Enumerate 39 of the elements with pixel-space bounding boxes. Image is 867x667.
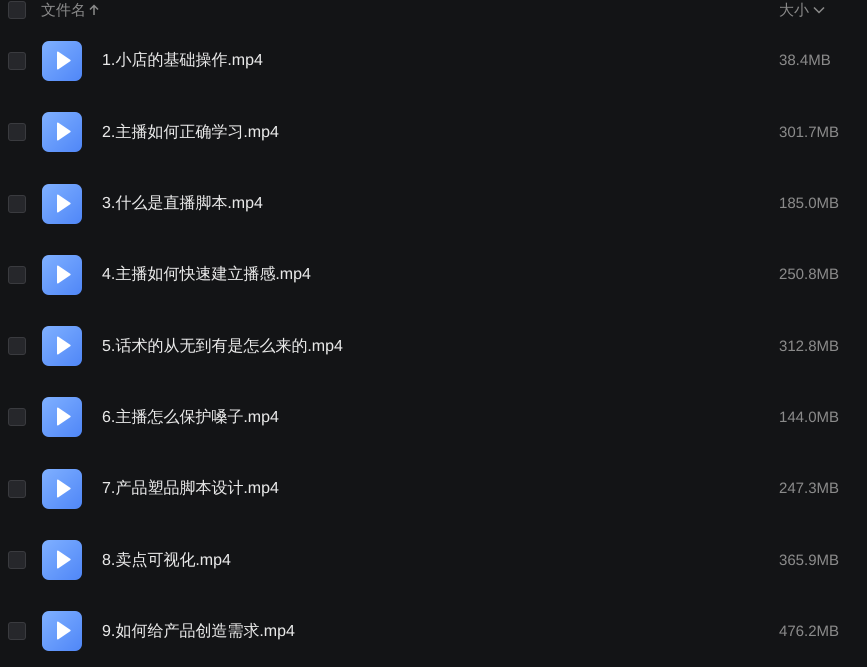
file-size: 312.8MB — [779, 338, 840, 355]
file-size: 185.0MB — [779, 195, 840, 212]
file-size: 476.2MB — [779, 622, 840, 640]
video-file-icon — [42, 184, 82, 224]
checkbox[interactable] — [8, 480, 26, 498]
checkbox[interactable] — [8, 52, 26, 70]
checkbox[interactable] — [8, 1, 26, 20]
video-file-icon — [42, 112, 82, 152]
video-file-icon — [42, 540, 82, 580]
column-header[interactable]: 文件名 — [41, 0, 86, 20]
file-name[interactable]: 8.卖点可视化.mp4 — [102, 550, 779, 571]
file-name[interactable]: 7.产品塑品脚本设计.mp4 — [102, 478, 779, 500]
file-name[interactable]: 9.如何给产品创造需求.mp4 — [102, 620, 779, 642]
video-file-icon — [42, 326, 82, 366]
file-name[interactable]: 6.主播怎么保护嗓子.mp4 — [102, 406, 779, 428]
file-size: 144.0MB — [779, 408, 840, 426]
file-name[interactable]: 4.主播如何快速建立播感.mp4 — [102, 264, 779, 286]
video-file-icon — [42, 40, 82, 81]
checkbox[interactable] — [8, 622, 26, 640]
checkbox[interactable] — [8, 337, 26, 356]
file-name[interactable]: 3.什么是直播脚本.mp4 — [102, 193, 779, 214]
video-file-icon — [42, 397, 82, 438]
video-file-icon — [42, 254, 82, 295]
checkbox[interactable] — [8, 123, 26, 142]
checkbox[interactable] — [8, 408, 26, 426]
file-name[interactable]: 5.话术的从无到有是怎么来的.mp4 — [102, 336, 779, 357]
file-size: 250.8MB — [779, 266, 840, 284]
column-header[interactable]: 大小 — [779, 0, 809, 20]
checkbox[interactable] — [8, 266, 26, 284]
video-file-icon — [42, 468, 82, 509]
file-name[interactable]: 2.主播如何正确学习.mp4 — [102, 122, 779, 143]
file-name[interactable]: 1.小店的基础操作.mp4 — [102, 50, 779, 72]
checkbox[interactable] — [8, 551, 26, 570]
file-size: 38.4MB — [779, 52, 832, 70]
checkbox[interactable] — [8, 194, 26, 213]
file-size: 301.7MB — [779, 124, 840, 141]
file-size: 365.9MB — [779, 552, 840, 569]
file-size: 247.3MB — [779, 480, 840, 498]
video-file-icon — [42, 611, 82, 652]
